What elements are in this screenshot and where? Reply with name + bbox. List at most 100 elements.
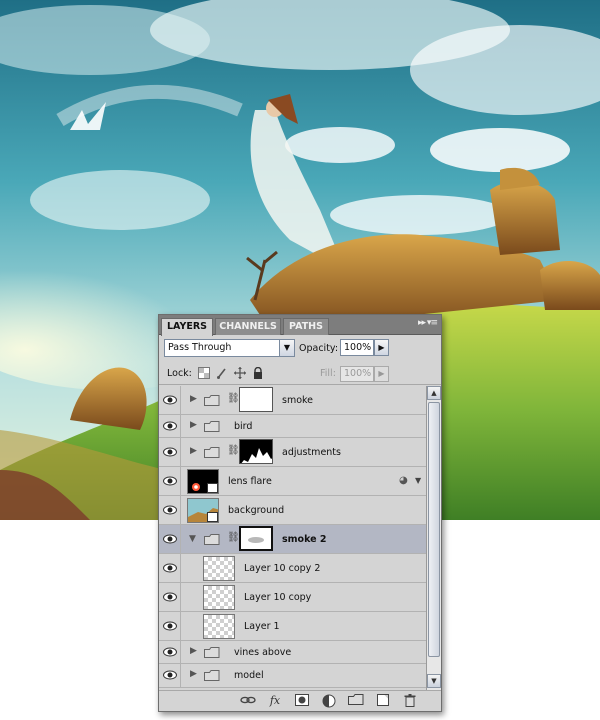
- layer-row-layer-1[interactable]: Layer 1: [159, 612, 426, 641]
- visibility-column: [159, 664, 181, 687]
- eye-icon[interactable]: [163, 447, 177, 457]
- scrollbar-thumb[interactable]: [428, 402, 440, 657]
- new-group-icon[interactable]: [348, 694, 364, 708]
- opacity-input[interactable]: 100%: [340, 339, 374, 356]
- layer-row-smoke-2[interactable]: ▼ ⛓ smoke 2: [159, 525, 426, 554]
- panel-menu-button[interactable]: ▸▸ ▾≡: [401, 318, 438, 332]
- fill-input[interactable]: 100%: [340, 366, 374, 382]
- visibility-column: [159, 415, 181, 437]
- visibility-column: [159, 583, 181, 611]
- folder-icon: [204, 421, 220, 432]
- folder-icon: [204, 670, 220, 681]
- layer-row-adjustments[interactable]: ▶ ⛓ adjustments: [159, 438, 426, 467]
- layer-name: bird: [234, 421, 253, 432]
- panel-tab-bar: LAYERS CHANNELS PATHS ▸▸ ▾≡: [159, 315, 441, 336]
- chevron-down-icon[interactable]: ▼: [415, 476, 421, 485]
- adjustment-layer-icon[interactable]: [321, 694, 337, 708]
- tab-paths[interactable]: PATHS: [283, 318, 329, 335]
- lock-label: Lock:: [167, 368, 192, 379]
- mask-link-icon[interactable]: ⛓: [227, 445, 240, 456]
- opacity-slider-button[interactable]: ▶: [374, 339, 389, 356]
- chevron-down-icon[interactable]: ▼: [279, 340, 294, 356]
- eye-icon[interactable]: [163, 476, 177, 486]
- link-layers-icon[interactable]: [240, 694, 256, 708]
- layer-name: model: [234, 670, 264, 681]
- visibility-column: [159, 496, 181, 524]
- collapse-triangle-icon[interactable]: ▼: [189, 534, 196, 544]
- layer-name: background: [228, 505, 285, 516]
- eye-icon[interactable]: [163, 670, 177, 680]
- smart-object-badge-icon: [207, 512, 218, 522]
- transparent-lock-icon[interactable]: [198, 367, 210, 379]
- eye-icon[interactable]: [163, 621, 177, 631]
- smart-object-badge-icon: [207, 483, 218, 493]
- eye-icon[interactable]: [163, 421, 177, 431]
- eye-icon[interactable]: [163, 647, 177, 657]
- layer-list-scrollbar[interactable]: ▲ ▼: [426, 386, 441, 690]
- layers-panel: LAYERS CHANNELS PATHS ▸▸ ▾≡ Pass Through…: [158, 314, 442, 712]
- layer-name: vines above: [234, 647, 292, 658]
- padlock-icon[interactable]: [252, 366, 264, 379]
- layer-row-lens-flare[interactable]: lens flare ◕ ▼: [159, 467, 426, 496]
- fx-icon[interactable]: fx: [267, 694, 283, 708]
- blend-mode-value: Pass Through: [168, 342, 232, 353]
- layer-row-layer-10-copy[interactable]: Layer 10 copy: [159, 583, 426, 612]
- opacity-label: Opacity:: [299, 343, 339, 354]
- folder-icon: [204, 395, 220, 406]
- trash-icon[interactable]: [402, 694, 418, 708]
- layer-name: Layer 1: [244, 621, 280, 632]
- eye-icon[interactable]: [163, 563, 177, 573]
- expand-triangle-icon[interactable]: ▶: [190, 446, 197, 456]
- fill-slider-button[interactable]: ▶: [374, 366, 389, 382]
- brush-lock-icon[interactable]: [216, 367, 228, 379]
- visibility-column: [159, 612, 181, 640]
- layer-name: Layer 10 copy: [244, 592, 312, 603]
- eye-icon[interactable]: [163, 395, 177, 405]
- blend-mode-select[interactable]: Pass Through ▼: [164, 339, 295, 357]
- eye-icon[interactable]: [163, 534, 177, 544]
- mask-link-icon[interactable]: ⛓: [227, 393, 240, 404]
- blend-options-row: Pass Through ▼ Opacity: 100% ▶: [159, 335, 441, 363]
- visibility-column: [159, 641, 181, 663]
- layer-row-vines-above[interactable]: ▶ vines above: [159, 641, 426, 664]
- tab-channels[interactable]: CHANNELS: [215, 318, 281, 335]
- layer-name: Layer 10 copy 2: [244, 563, 321, 574]
- move-lock-icon[interactable]: [234, 367, 246, 379]
- layer-row-bird[interactable]: ▶ bird: [159, 415, 426, 438]
- scroll-up-icon[interactable]: ▲: [427, 386, 441, 400]
- mask-link-icon[interactable]: ⛓: [227, 532, 240, 543]
- layer-list: ▶ ⛓ smoke ▶ bird ▶ ⛓ adjustments lens fl…: [159, 386, 426, 690]
- panel-bottom-toolbar: fx: [159, 690, 441, 711]
- layer-row-layer-10-copy-2[interactable]: Layer 10 copy 2: [159, 554, 426, 583]
- layer-thumbnail[interactable]: [203, 556, 235, 581]
- expand-triangle-icon[interactable]: ▶: [190, 669, 197, 679]
- folder-icon: [204, 534, 220, 545]
- layer-thumbnail[interactable]: [203, 614, 235, 639]
- add-mask-icon[interactable]: [294, 694, 310, 708]
- layer-name: lens flare: [228, 476, 272, 487]
- expand-triangle-icon[interactable]: ▶: [190, 394, 197, 404]
- layer-mask-thumbnail[interactable]: [239, 439, 273, 464]
- scroll-down-icon[interactable]: ▼: [427, 674, 441, 688]
- visibility-column: [159, 386, 181, 414]
- layer-name: adjustments: [282, 447, 341, 458]
- eye-icon[interactable]: [163, 592, 177, 602]
- fill-label: Fill:: [320, 368, 336, 379]
- layer-row-background[interactable]: background: [159, 496, 426, 525]
- expand-triangle-icon[interactable]: ▶: [190, 420, 197, 430]
- layer-mask-thumbnail[interactable]: [239, 526, 273, 551]
- visibility-column: [159, 554, 181, 582]
- folder-icon: [204, 447, 220, 458]
- layer-name: smoke: [282, 395, 314, 406]
- visibility-column: [159, 467, 181, 495]
- layer-row-smoke[interactable]: ▶ ⛓ smoke: [159, 386, 426, 415]
- layer-row-model[interactable]: ▶ model: [159, 664, 426, 688]
- expand-triangle-icon[interactable]: ▶: [190, 646, 197, 656]
- smart-filter-icon[interactable]: ◕: [399, 475, 408, 486]
- eye-icon[interactable]: [163, 505, 177, 515]
- layer-thumbnail[interactable]: [203, 585, 235, 610]
- new-layer-icon[interactable]: [375, 694, 391, 708]
- layer-mask-thumbnail[interactable]: [239, 387, 273, 412]
- tab-layers[interactable]: LAYERS: [161, 318, 213, 336]
- visibility-column: [159, 438, 181, 466]
